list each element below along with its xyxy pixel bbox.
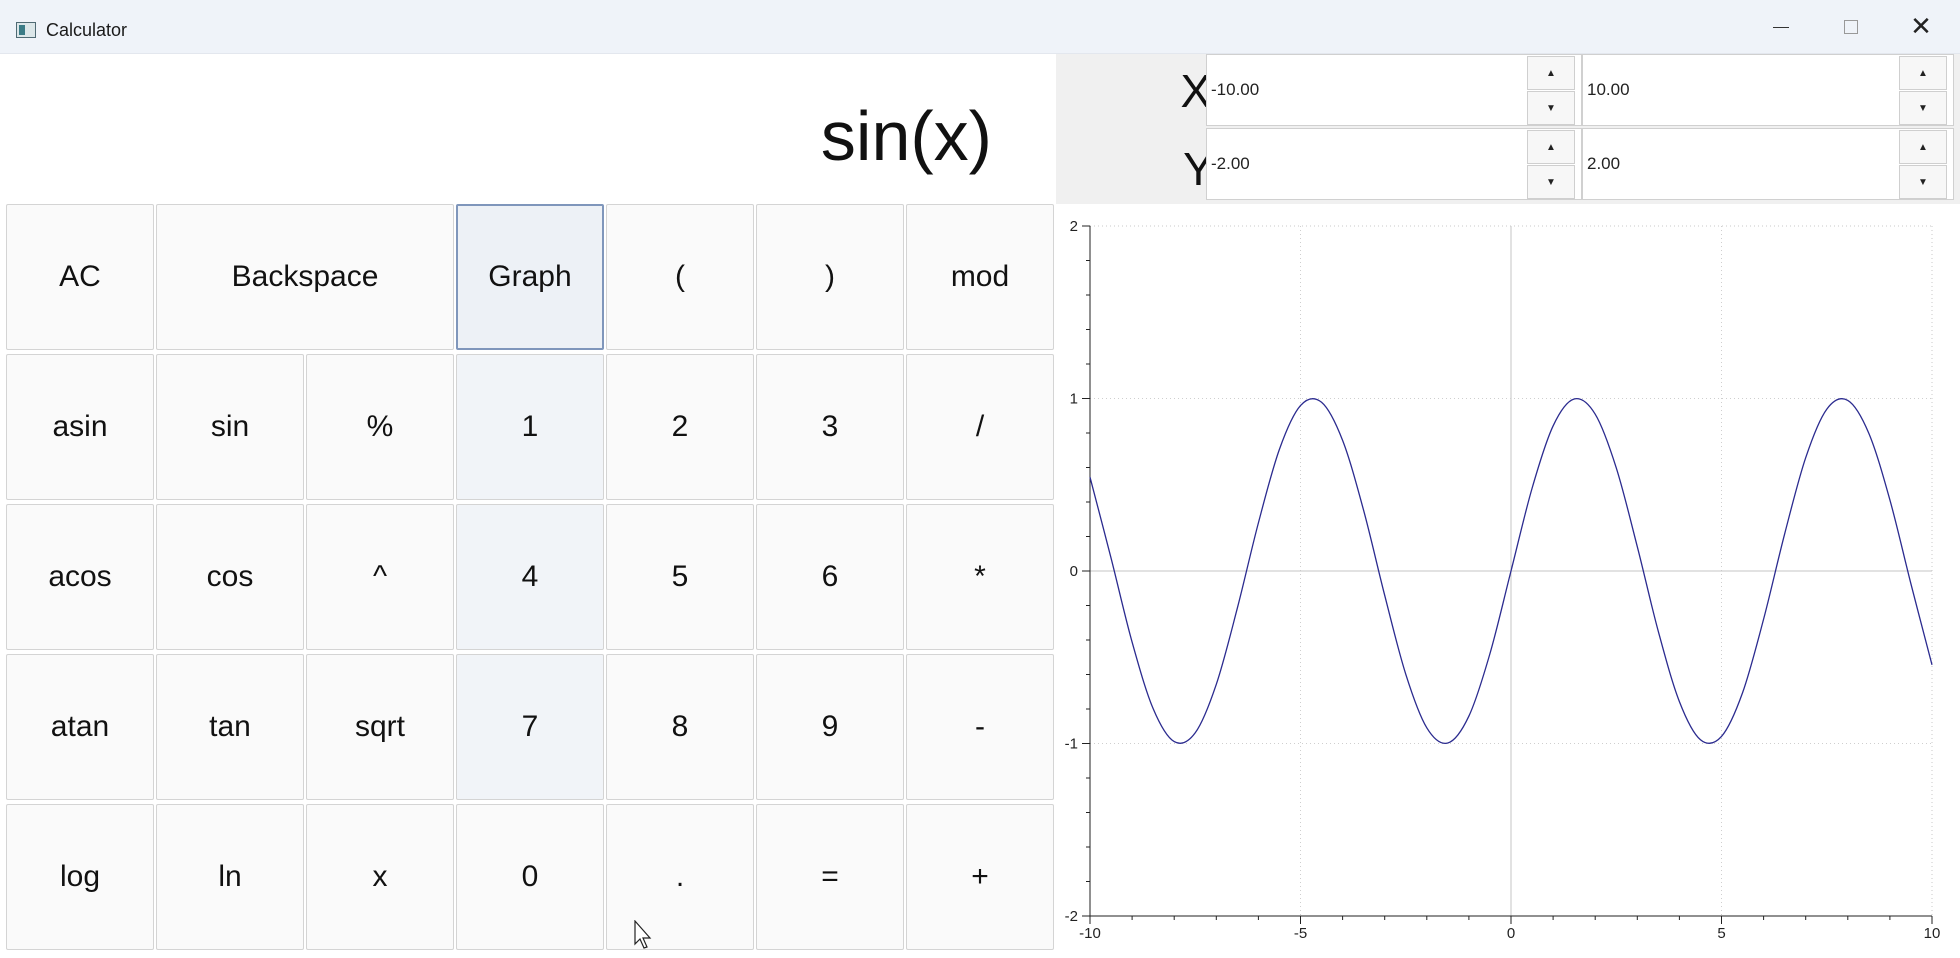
graph-button[interactable]: Graph: [456, 204, 604, 350]
x-tick-label: -10: [1079, 925, 1101, 942]
y-max-spinbox[interactable]: ▲ ▼: [1582, 128, 1954, 200]
asin-button[interactable]: asin: [6, 354, 154, 500]
mod-button[interactable]: mod: [906, 204, 1054, 350]
x-max-increment-button[interactable]: ▲: [1899, 56, 1947, 90]
digit-0-button[interactable]: 0: [456, 804, 604, 950]
expression-text: sin(x): [820, 97, 992, 175]
mouse-pointer-icon: [634, 920, 652, 949]
minus-button[interactable]: -: [906, 654, 1054, 800]
y-max-decrement-button[interactable]: ▼: [1899, 165, 1947, 199]
open-paren-button[interactable]: (: [606, 204, 754, 350]
digit-7-button[interactable]: 7: [456, 654, 604, 800]
y-max-increment-button[interactable]: ▲: [1899, 130, 1947, 164]
x-min-spinbox[interactable]: ▲ ▼: [1206, 54, 1582, 126]
log-button[interactable]: log: [6, 804, 154, 950]
digit-8-button[interactable]: 8: [606, 654, 754, 800]
calculator-window: Calculator ✕ sin(x) X: Y: ▲ ▼ ▲ ▼ ▲ ▼: [0, 0, 1960, 958]
y-tick-label: 1: [1070, 391, 1078, 408]
function-plot: -10 -5 0 5 10210-1-2: [1065, 218, 1941, 942]
equals-button[interactable]: =: [756, 804, 904, 950]
digit-1-button[interactable]: 1: [456, 354, 604, 500]
divide-button[interactable]: /: [906, 354, 1054, 500]
plus-button[interactable]: +: [906, 804, 1054, 950]
minimize-button[interactable]: [1746, 0, 1816, 54]
ac-button[interactable]: AC: [6, 204, 154, 350]
digit-9-button[interactable]: 9: [756, 654, 904, 800]
keypad: AC Backspace Graph ( ) mod asin sin % 1 …: [6, 204, 1056, 954]
x-max-decrement-button[interactable]: ▼: [1899, 91, 1947, 125]
close-paren-button[interactable]: ): [756, 204, 904, 350]
y-tick-label: -2: [1065, 908, 1078, 925]
digit-4-button[interactable]: 4: [456, 504, 604, 650]
app-icon: [16, 22, 36, 38]
backspace-button[interactable]: Backspace: [156, 204, 454, 350]
y-min-increment-button[interactable]: ▲: [1527, 130, 1575, 164]
close-icon: ✕: [1910, 12, 1932, 42]
maximize-button[interactable]: [1816, 0, 1886, 54]
x-tick-label: 0: [1507, 925, 1515, 942]
x-min-decrement-button[interactable]: ▼: [1527, 91, 1575, 125]
y-max-input[interactable]: [1587, 129, 1887, 199]
ln-button[interactable]: ln: [156, 804, 304, 950]
atan-button[interactable]: atan: [6, 654, 154, 800]
x-min-input[interactable]: [1211, 55, 1511, 125]
x-min-increment-button[interactable]: ▲: [1527, 56, 1575, 90]
tan-button[interactable]: tan: [156, 654, 304, 800]
minimize-icon: [1773, 26, 1789, 28]
digit-6-button[interactable]: 6: [756, 504, 904, 650]
x-max-spinbox[interactable]: ▲ ▼: [1582, 54, 1954, 126]
y-min-spinbox[interactable]: ▲ ▼: [1206, 128, 1582, 200]
x-tick-label: 10: [1924, 925, 1941, 942]
digit-2-button[interactable]: 2: [606, 354, 754, 500]
digit-3-button[interactable]: 3: [756, 354, 904, 500]
multiply-button[interactable]: *: [906, 504, 1054, 650]
digit-5-button[interactable]: 5: [606, 504, 754, 650]
x-tick-label: -5: [1294, 925, 1307, 942]
x-max-input[interactable]: [1587, 55, 1887, 125]
x-variable-button[interactable]: x: [306, 804, 454, 950]
y-tick-label: 0: [1070, 563, 1078, 580]
expression-display: sin(x): [6, 54, 1054, 204]
graph-panel: -10 -5 0 5 10 2 1 0 -1 -2: [1056, 204, 1960, 958]
close-button[interactable]: ✕: [1886, 0, 1956, 54]
y-tick-label: -1: [1065, 736, 1078, 753]
power-button[interactable]: ^: [306, 504, 454, 650]
cos-button[interactable]: cos: [156, 504, 304, 650]
window-title: Calculator: [46, 20, 128, 40]
range-panel: X: Y: ▲ ▼ ▲ ▼ ▲ ▼ ▲ ▼: [1056, 54, 1960, 204]
x-tick-label: 5: [1717, 925, 1725, 942]
y-min-input[interactable]: [1211, 129, 1511, 199]
y-min-decrement-button[interactable]: ▼: [1527, 165, 1575, 199]
percent-button[interactable]: %: [306, 354, 454, 500]
y-tick-label: 2: [1070, 218, 1078, 235]
acos-button[interactable]: acos: [6, 504, 154, 650]
maximize-icon: [1844, 20, 1858, 34]
decimal-point-button[interactable]: .: [606, 804, 754, 950]
title-bar: Calculator ✕: [0, 0, 1960, 54]
sqrt-button[interactable]: sqrt: [306, 654, 454, 800]
sin-button[interactable]: sin: [156, 354, 304, 500]
